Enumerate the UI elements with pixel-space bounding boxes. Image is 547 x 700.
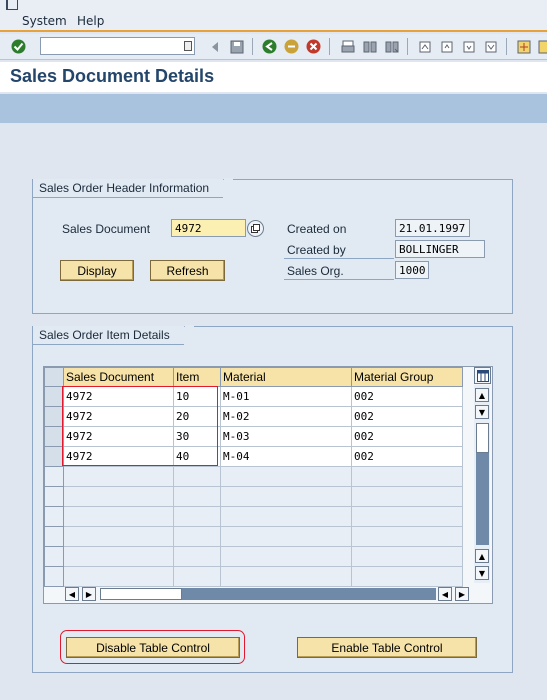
empty-row	[44, 566, 463, 587]
scroll-left-end-icon[interactable]: ◀	[438, 587, 452, 601]
command-history-icon[interactable]	[184, 41, 192, 51]
application-toolbar	[0, 94, 547, 123]
cell-material[interactable]: M-02	[220, 406, 352, 427]
cell-material-group[interactable]: 002	[351, 386, 463, 407]
empty-row	[44, 486, 463, 507]
scroll-down-icon[interactable]: ▼	[475, 405, 489, 419]
cell-material[interactable]: M-01	[220, 386, 352, 407]
menu-bar: System Help	[0, 0, 547, 32]
select-all-cell[interactable]	[44, 367, 64, 387]
disable-table-control-button[interactable]: Disable Table Control	[66, 637, 240, 658]
items-group-title: Sales Order Item Details	[32, 325, 194, 345]
created-by-field: BOLLINGER	[395, 240, 485, 258]
scroll-right-end-icon[interactable]: ▶	[455, 587, 469, 601]
sales-document-label: Sales Document	[62, 222, 151, 236]
title-bar: Sales Document Details	[0, 62, 547, 92]
horizontal-scroll-track[interactable]	[182, 588, 436, 600]
save-icon[interactable]	[228, 38, 245, 55]
previous-icon[interactable]	[206, 38, 223, 55]
next-page-icon[interactable]	[460, 38, 477, 55]
menu-help[interactable]: Help	[77, 14, 104, 28]
table-header: Sales Document Item Material Material Gr…	[44, 367, 463, 387]
created-by-label: Created by	[287, 243, 346, 257]
new-session-icon[interactable]	[515, 38, 532, 55]
refresh-button[interactable]: Refresh	[150, 260, 225, 281]
find-icon[interactable]	[361, 38, 378, 55]
enable-table-control-button[interactable]: Enable Table Control	[297, 637, 477, 658]
cancel-icon[interactable]	[305, 38, 322, 55]
table-settings-icon[interactable]	[474, 367, 491, 384]
scroll-up-icon[interactable]: ▲	[475, 388, 489, 402]
vertical-scroll-track[interactable]	[476, 453, 489, 545]
find-next-icon[interactable]	[383, 38, 400, 55]
back-icon[interactable]	[261, 38, 278, 55]
empty-row	[44, 506, 463, 527]
first-page-icon[interactable]	[416, 38, 433, 55]
empty-row	[44, 526, 463, 547]
created-on-label: Created on	[287, 222, 347, 236]
horizontal-scroll-thumb[interactable]	[100, 588, 182, 600]
cell-material[interactable]: M-04	[220, 446, 352, 467]
cell-material[interactable]: M-03	[220, 426, 352, 447]
shortcut-icon[interactable]	[535, 38, 547, 55]
last-page-icon[interactable]	[482, 38, 499, 55]
command-field[interactable]	[40, 37, 195, 55]
row-selector[interactable]	[44, 406, 64, 427]
horizontal-scrollbar[interactable]: ◀ ▶ ◀ ▶	[64, 586, 472, 602]
sales-org-label: Sales Org.	[287, 264, 344, 278]
cell-material-group[interactable]: 002	[351, 426, 463, 447]
vertical-scrollbar[interactable]: ▲ ▼ ▲ ▼	[474, 385, 490, 583]
standard-toolbar	[0, 34, 547, 60]
created-on-field: 21.01.1997	[395, 219, 470, 237]
menu-system[interactable]: System	[22, 14, 67, 28]
column-header-material[interactable]: Material	[220, 367, 352, 387]
previous-page-icon[interactable]	[438, 38, 455, 55]
page-down-icon[interactable]: ▼	[475, 566, 489, 580]
empty-row	[44, 466, 463, 487]
cell-material-group[interactable]: 002	[351, 446, 463, 467]
column-header-item[interactable]: Item	[173, 367, 221, 387]
display-button[interactable]: Display	[60, 260, 134, 281]
sales-org-field: 1000	[395, 261, 429, 279]
search-help-icon[interactable]	[247, 220, 264, 237]
sales-document-input[interactable]: 4972	[171, 219, 246, 237]
cell-material-group[interactable]: 002	[351, 406, 463, 427]
header-group-title: Sales Order Header Information	[32, 178, 234, 198]
page-title: Sales Document Details	[10, 66, 215, 86]
column-header-material-group[interactable]: Material Group	[351, 367, 463, 387]
enter-icon[interactable]	[10, 38, 27, 55]
scroll-left-icon[interactable]: ◀	[65, 587, 79, 601]
empty-row	[44, 546, 463, 567]
page-up-icon[interactable]: ▲	[475, 549, 489, 563]
row-selector[interactable]	[44, 426, 64, 447]
exit-icon[interactable]	[283, 38, 300, 55]
row-selector[interactable]	[44, 386, 64, 407]
column-header-sales-document[interactable]: Sales Document	[63, 367, 174, 387]
highlight-box-key-columns	[62, 386, 218, 466]
vertical-scroll-thumb[interactable]	[476, 423, 489, 453]
print-icon[interactable]	[339, 38, 356, 55]
system-menu-icon[interactable]	[6, 0, 18, 10]
row-selector[interactable]	[44, 446, 64, 467]
scroll-right-icon[interactable]: ▶	[82, 587, 96, 601]
